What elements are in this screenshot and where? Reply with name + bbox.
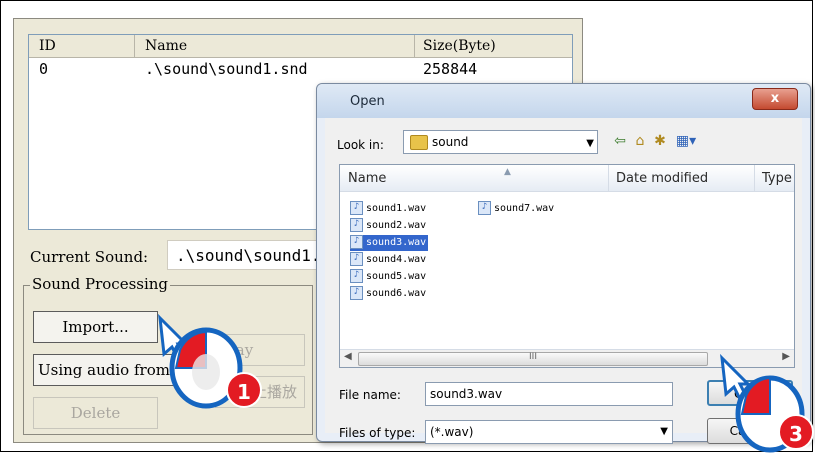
file-item[interactable]: ♪ sound1.wav <box>350 201 428 217</box>
files-of-type-value: (*.wav) <box>430 425 474 439</box>
file-name-input[interactable]: sound3.wav <box>425 382 673 406</box>
column-name-header[interactable]: Name <box>135 35 415 57</box>
file-item-selected[interactable]: ♪ sound3.wav <box>350 235 429 251</box>
close-button[interactable]: x <box>752 88 798 110</box>
dialog-title: Open <box>350 94 385 109</box>
current-sound-label: Current Sound: <box>30 248 149 266</box>
audio-file-icon: ♪ <box>478 201 491 215</box>
file-item[interactable]: ♪ sound4.wav <box>350 252 428 268</box>
view-menu-icon[interactable]: ▦▾ <box>673 132 699 150</box>
files-of-type-label: Files of type: <box>339 426 416 440</box>
name-column-header[interactable]: Name <box>348 171 386 186</box>
scroll-left-icon[interactable]: ◀ <box>344 351 352 362</box>
scrollbar-thumb[interactable]: III <box>358 352 708 366</box>
sort-arrow-icon: ▲ <box>504 167 511 177</box>
column-id-header[interactable]: ID <box>29 35 135 57</box>
current-sound-field[interactable]: .\sound\sound1.snd <box>167 240 327 270</box>
up-folder-icon[interactable]: ⌂ <box>631 132 649 150</box>
list-header: ID Name Size(Byte) <box>29 35 572 58</box>
chevron-down-icon: ▼ <box>586 138 594 149</box>
column-size-header[interactable]: Size(Byte) <box>415 35 572 57</box>
row-size: 258844 <box>423 60 478 78</box>
folder-icon <box>410 135 428 150</box>
row-id: 0 <box>39 60 49 78</box>
look-in-select[interactable]: sound ▼ <box>403 130 598 154</box>
table-row[interactable]: 0 .\sound\sound1.snd 258844 <box>29 58 572 80</box>
file-item[interactable]: ♪ sound7.wav <box>478 201 556 217</box>
file-name-label: File name: <box>339 388 401 402</box>
new-folder-icon[interactable]: ✱ <box>651 132 669 150</box>
audio-file-icon: ♪ <box>350 235 363 249</box>
audio-file-icon: ♪ <box>350 252 363 266</box>
file-item[interactable]: ♪ sound6.wav <box>350 286 428 302</box>
look-in-label: Look in: <box>337 138 384 152</box>
file-item[interactable]: ♪ sound5.wav <box>350 269 428 285</box>
file-list[interactable]: Name ▲ Date modified Type ♪ sound1.wav ♪ s… <box>339 164 795 368</box>
audio-file-icon: ♪ <box>350 218 363 232</box>
look-in-value: sound <box>432 135 469 149</box>
dialog-titlebar[interactable]: Open x <box>317 84 810 118</box>
row-name: .\sound\sound1.snd <box>145 60 308 78</box>
audio-file-icon: ♪ <box>350 286 363 300</box>
date-modified-column-header[interactable]: Date modified <box>616 171 708 186</box>
step-badge-3: 3 <box>778 414 814 450</box>
file-item[interactable]: ♪ sound2.wav <box>350 218 428 234</box>
files-of-type-select[interactable]: (*.wav) ▼ <box>425 420 673 444</box>
step-badge-1: 1 <box>226 372 262 408</box>
audio-file-icon: ♪ <box>350 201 363 215</box>
type-column-header[interactable]: Type <box>762 171 792 186</box>
file-list-header: Name ▲ Date modified Type <box>340 165 794 192</box>
chevron-down-icon: ▼ <box>660 426 668 437</box>
audio-file-icon: ♪ <box>350 269 363 283</box>
back-arrow-icon[interactable]: ⇦ <box>611 132 629 150</box>
sound-processing-title: Sound Processing <box>30 275 171 293</box>
delete-button[interactable]: Delete <box>33 397 158 429</box>
import-button[interactable]: Import... <box>33 311 158 343</box>
